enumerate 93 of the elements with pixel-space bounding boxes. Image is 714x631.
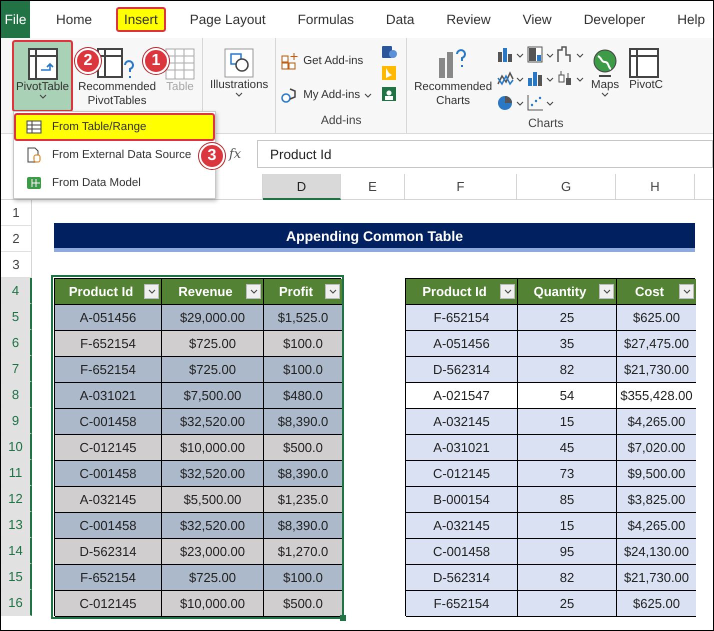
group-label: Add-ins [320,113,362,129]
caret-icon [328,289,336,294]
table-cell: F-652154 [406,591,518,617]
pivot-chart-icon [629,48,660,78]
column-letter[interactable]: F [405,174,517,200]
row-number[interactable]: 7 [1,356,32,382]
pivot-chart-button[interactable]: PivotC [625,40,667,112]
ribbon-tab[interactable]: Insert [116,7,166,32]
boxplot-chart-icon[interactable] [557,70,586,88]
caret-icon [148,289,156,294]
row-number[interactable]: 4 [1,278,32,304]
sheet-title: Appending Common Table [54,223,695,252]
illustrations-button[interactable]: Illustrations [206,40,272,112]
caret-icon [235,92,244,97]
store-plus-icon [281,52,300,70]
row-number[interactable]: 10 [1,434,32,460]
header-text: Product Id [68,284,134,299]
data-model-icon [26,175,42,191]
menu-item[interactable]: From External Data Source [14,141,196,169]
row-number[interactable]: 15 [1,564,32,590]
header-text: Revenue [177,284,234,299]
filter-button[interactable] [144,284,159,299]
step-badge: 3 [199,143,225,169]
caret-icon [38,94,47,99]
app-icon[interactable] [381,86,398,102]
maps-button[interactable]: Maps [586,40,624,112]
row-number[interactable]: 3 [1,252,32,278]
caret-icon [682,289,690,294]
group-label: Charts [528,116,564,132]
add-ins-button[interactable]: Get Add-ins [279,48,374,74]
ribbon-tab[interactable]: Data [378,7,422,32]
ribbon-tab[interactable]: Developer [576,7,654,32]
menu-item[interactable]: From Table/Range [14,113,215,141]
app-icon[interactable] [381,44,398,60]
row-number[interactable]: 12 [1,486,32,512]
pie-chart-icon[interactable] [497,94,526,112]
row-number[interactable]: 6 [1,330,32,356]
formula-input[interactable]: Product Id [257,140,713,168]
ribbon-tab[interactable]: Help [669,7,713,32]
table-icon [26,120,42,134]
filter-button[interactable] [599,284,614,299]
fill-handle[interactable] [340,615,346,621]
column-letter[interactable]: D [263,174,341,200]
table-cell: C-012145 [55,591,162,617]
recommended-charts-button[interactable]: Recommended Charts [410,40,496,112]
pivot-table-icon [28,48,58,80]
row-number[interactable]: 5 [1,304,32,330]
row-number[interactable]: 8 [1,382,32,408]
filter-button[interactable] [325,284,340,299]
header-text: Product Id [421,284,488,299]
function-label[interactable]: fx [229,146,251,162]
filter-button[interactable] [500,284,515,299]
line-chart-icon[interactable] [497,70,526,88]
header-text: Quantity [532,284,588,299]
treemap-chart-icon[interactable] [527,46,556,64]
caret-icon [250,289,258,294]
ribbon-tab[interactable]: Page Layout [182,7,274,32]
shapes-icon [224,48,254,78]
menu-item[interactable]: From Data Model [14,169,146,197]
table-icon [165,48,196,80]
caret-icon [601,92,610,97]
ribbon-tab[interactable]: Formulas [290,7,362,32]
ribbon-tab[interactable]: File [1,1,30,38]
filter-button[interactable] [679,284,694,299]
header-text: Cost [634,284,665,299]
table-cell: 25 [518,591,617,617]
column-chart-icon[interactable] [497,46,526,64]
row-number[interactable]: 11 [1,460,32,486]
caret-icon [504,289,512,294]
add-ins-button[interactable]: My Add-ins [279,82,374,108]
row-number[interactable]: 1 [1,200,32,226]
column-letter[interactable]: G [517,174,616,200]
row-number[interactable]: 2 [1,226,32,252]
table-cell: $10,000.00 [162,591,264,617]
caret-icon [364,92,372,98]
column-letter[interactable]: H [616,174,695,200]
table-cell: $625.00 [617,591,696,617]
document-database-icon [26,147,42,163]
ribbon-tab[interactable]: Review [438,7,499,32]
bar-chart-icon[interactable] [527,70,556,88]
filter-button[interactable] [246,284,261,299]
column-letter[interactable]: E [341,174,405,200]
row-number[interactable]: 13 [1,512,32,538]
scatter-chart-icon[interactable] [527,94,556,112]
row-number[interactable]: 14 [1,538,32,564]
row-number[interactable]: 16 [1,590,32,616]
ribbon-button[interactable]: PivotTable [12,40,74,112]
row-number[interactable]: 9 [1,408,32,434]
ribbon-tab[interactable]: View [514,7,560,32]
ribbon-tab[interactable]: Home [48,7,100,32]
header-text: Profit [278,284,314,299]
caret-icon [602,289,610,294]
waterfall-chart-icon[interactable] [557,46,586,64]
